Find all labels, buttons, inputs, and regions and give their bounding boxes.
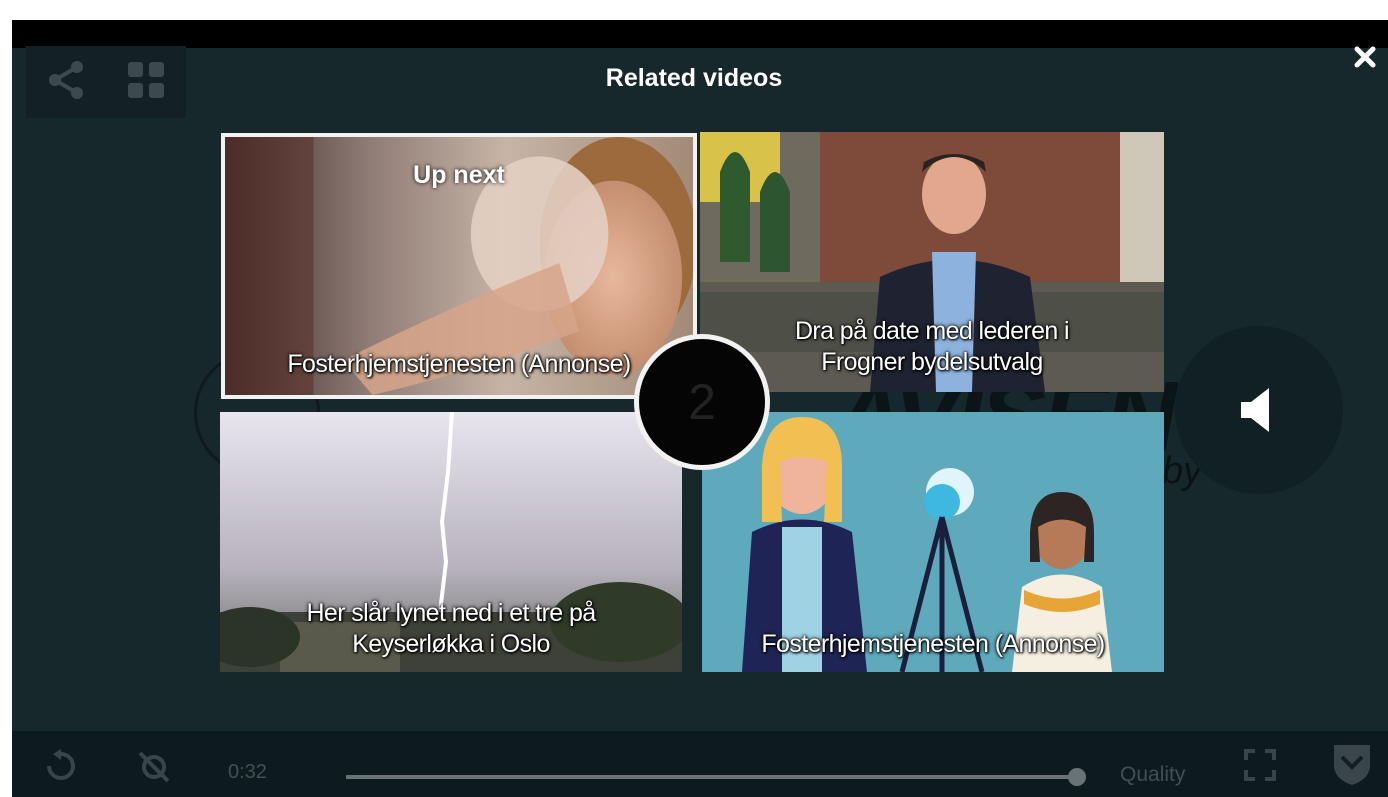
- current-time: 0:32: [228, 761, 267, 783]
- video-player: AVISEN by Related videos: [12, 20, 1388, 797]
- quality-button[interactable]: Quality: [1120, 763, 1185, 787]
- related-video-tile[interactable]: Fosterhjemstjenesten (Annonse): [702, 412, 1164, 672]
- progress-bar[interactable]: [346, 768, 1086, 786]
- top-black-bar: [12, 20, 1388, 48]
- video-title-line-1: Dra på date med lederen i: [794, 317, 1070, 345]
- video-title: Fosterhjemstjenesten (Annonse): [761, 630, 1105, 658]
- replay-icon[interactable]: [44, 749, 78, 788]
- volume-icon: [1241, 388, 1269, 432]
- overlay-title: Related videos: [605, 64, 783, 92]
- related-video-tile[interactable]: Dra på date med lederen i Frogner bydels…: [700, 132, 1164, 392]
- video-title: Fosterhjemstjenesten (Annonse): [287, 350, 631, 378]
- video-title: Dra på date med lederen i Frogner bydels…: [700, 316, 1164, 378]
- volume-button[interactable]: [1175, 326, 1343, 494]
- autoplay-countdown: 2: [634, 334, 770, 470]
- video-title: Her slår lynet ned i et tre på Keyserløk…: [220, 598, 682, 660]
- close-button[interactable]: [1350, 42, 1380, 72]
- progress-handle[interactable]: [1067, 768, 1086, 786]
- brand-shield-icon[interactable]: [1330, 741, 1374, 792]
- related-video-tile-up-next[interactable]: Up next Fosterhjemstjenesten (Annonse): [221, 133, 697, 399]
- video-title-line-2: Frogner bydelsutvalg: [821, 348, 1043, 376]
- video-title-line-2: Keyserløkka i Oslo: [352, 630, 550, 658]
- fullscreen-icon[interactable]: [1244, 749, 1276, 786]
- progress-fill: [346, 775, 1077, 779]
- related-video-tile[interactable]: Her slår lynet ned i et tre på Keyserløk…: [220, 412, 682, 672]
- control-bar: 0:32 Quality: [12, 731, 1388, 797]
- cast-off-icon[interactable]: [136, 749, 172, 790]
- video-title-line-1: Her slår lynet ned i et tre på: [306, 599, 596, 627]
- up-next-badge: Up next: [413, 161, 505, 189]
- close-icon: [1354, 46, 1376, 68]
